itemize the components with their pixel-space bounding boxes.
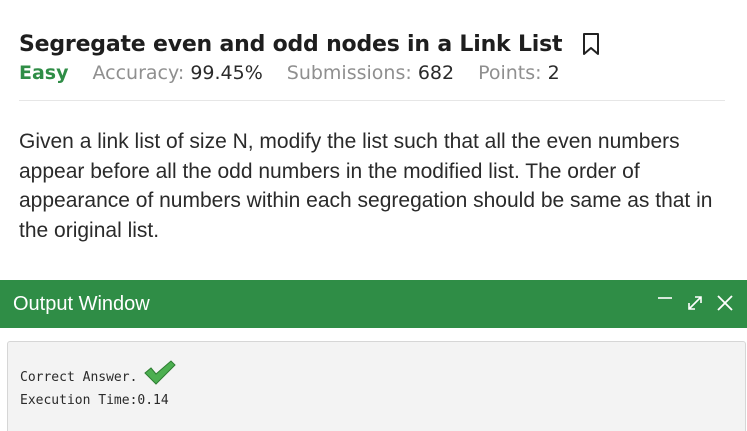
- divider: [19, 100, 725, 101]
- execution-time: Execution Time:0.14: [20, 393, 169, 408]
- submissions-label: Submissions:: [286, 62, 412, 84]
- problem-header: Segregate even and odd nodes in a Link L…: [19, 28, 725, 90]
- window-controls: [655, 292, 735, 314]
- submissions-stat: Submissions: 682: [287, 62, 454, 84]
- result-text: Correct Answer.: [20, 369, 138, 385]
- points-stat: Points: 2: [478, 62, 560, 84]
- accuracy-label: Accuracy:: [92, 62, 185, 84]
- problem-title: Segregate even and odd nodes in a Link L…: [19, 31, 563, 57]
- accuracy-stat: Accuracy: 99.45%: [93, 62, 263, 84]
- bookmark-icon[interactable]: [582, 31, 602, 57]
- close-icon[interactable]: [715, 292, 735, 314]
- submissions-value: 682: [417, 62, 455, 84]
- output-window-title: Output Window: [13, 292, 150, 315]
- output-window-header: Output Window: [0, 280, 747, 328]
- points-value: 2: [547, 62, 560, 84]
- result-line: Correct Answer.: [20, 360, 177, 391]
- output-window: Output Window Correct Answer. Execution …: [0, 280, 747, 431]
- problem-description: Given a link list of size N, modify the …: [19, 130, 713, 242]
- expand-icon[interactable]: [685, 292, 705, 314]
- difficulty-badge: Easy: [19, 62, 69, 84]
- output-console: Correct Answer. Execution Time:0.14: [7, 341, 746, 431]
- problem-meta: Easy Accuracy: 99.45% Submissions: 682 P…: [19, 62, 725, 90]
- accuracy-value: 99.45%: [190, 62, 263, 84]
- points-label: Points:: [478, 62, 542, 84]
- minimize-icon[interactable]: [655, 292, 675, 314]
- check-icon: [143, 359, 177, 391]
- title-row: Segregate even and odd nodes in a Link L…: [19, 28, 725, 60]
